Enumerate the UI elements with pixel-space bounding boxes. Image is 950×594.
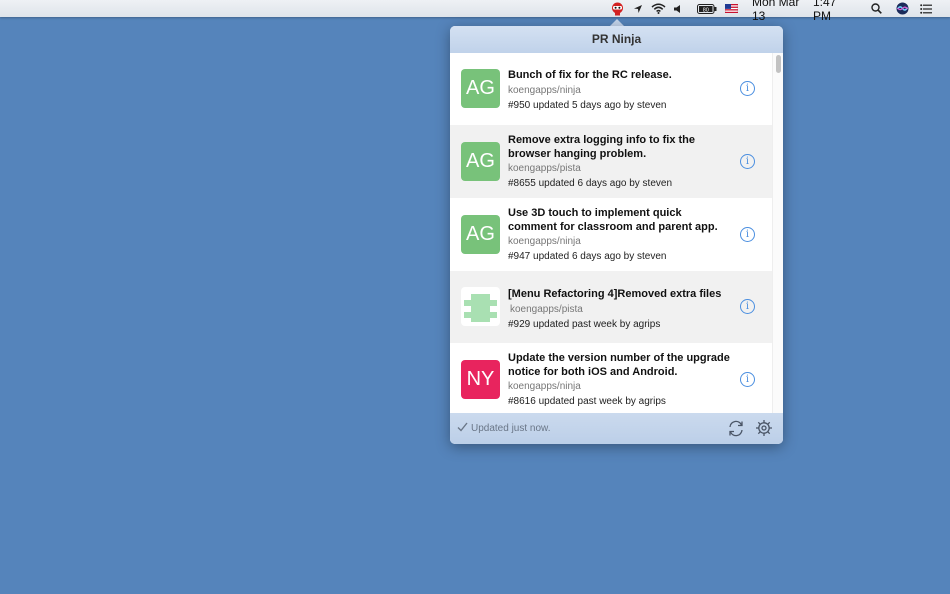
pull-request-row[interactable]: [Menu Refactoring 4]Removed extra files … [450, 271, 772, 343]
wifi-icon[interactable] [650, 0, 667, 17]
author-avatar: AG [461, 142, 500, 181]
us-flag-icon[interactable] [724, 0, 738, 17]
popover-footer: Updated just now. [450, 413, 783, 444]
battery-icon[interactable]: 80 [696, 0, 718, 17]
pr-meta: #947 updated 6 days ago by steven [508, 249, 738, 265]
pr-meta: #8616 updated past week by agrips [508, 394, 738, 410]
menu-bar: 80 Mon Mar 13 1:47 PM [0, 0, 950, 17]
pr-meta: #8655 updated 6 days ago by steven [508, 176, 738, 192]
pr-meta: #950 updated 5 days ago by steven [508, 98, 738, 114]
location-icon[interactable] [632, 0, 644, 17]
pr-title: [Menu Refactoring 4]Removed extra files [508, 288, 738, 302]
pr-title-line-1: Remove extra logging info to fix the [508, 134, 738, 148]
info-icon[interactable]: i [740, 227, 755, 242]
pr-title-line-2: browser hanging problem. [508, 148, 738, 162]
pr-details: [Menu Refactoring 4]Removed extra files … [508, 288, 738, 333]
pull-request-row[interactable]: AG Remove extra logging info to fix the … [450, 125, 772, 198]
author-avatar: NY [461, 360, 500, 399]
pull-request-row[interactable]: AG Bunch of fix for the RC release. koen… [450, 53, 772, 125]
pull-request-row[interactable]: AG Use 3D touch to implement quick comme… [450, 198, 772, 271]
pull-request-list[interactable]: AG Bunch of fix for the RC release. koen… [450, 53, 772, 413]
pr-meta: #929 updated past week by agrips [508, 317, 738, 333]
author-avatar: AG [461, 215, 500, 254]
pr-repo: koengapps/ninja [508, 234, 738, 249]
author-avatar-identicon [461, 287, 500, 326]
siri-icon[interactable] [894, 0, 910, 17]
info-icon[interactable]: i [740, 81, 755, 96]
update-status: Updated just now. [471, 423, 551, 434]
pr-title-line-1: Use 3D touch to implement quick [508, 207, 738, 221]
pull-request-row[interactable]: NY Update the version number of the upgr… [450, 343, 772, 413]
pr-repo: koengapps/ninja [508, 83, 738, 98]
pr-repo: koengapps/pista [508, 161, 738, 176]
checkmark-icon [457, 422, 468, 435]
menubar-date[interactable]: Mon Mar 13 [752, 0, 808, 17]
list-scrollbar[interactable] [772, 53, 783, 413]
pr-title-line-1: Update the version number of the upgrade [508, 352, 738, 366]
pr-ninja-menu-icon[interactable] [609, 0, 625, 17]
scrollbar-thumb[interactable] [776, 55, 781, 73]
author-avatar: AG [461, 69, 500, 108]
info-icon[interactable]: i [740, 372, 755, 387]
pr-repo: koengapps/pista [508, 302, 738, 317]
menubar-time[interactable]: 1:47 PM [813, 0, 857, 17]
refresh-icon[interactable] [727, 420, 745, 440]
pr-title-line-2: comment for classroom and parent app. [508, 221, 738, 235]
pr-repo: koengapps/ninja [508, 379, 738, 394]
pr-ninja-popover: PR Ninja AG Bunch of fix for the RC rele… [450, 26, 783, 444]
pr-details: Update the version number of the upgrade… [508, 352, 738, 410]
volume-icon[interactable] [672, 0, 684, 17]
pr-details: Use 3D touch to implement quick comment … [508, 207, 738, 265]
notification-center-icon[interactable] [919, 0, 933, 17]
popover-title: PR Ninja [450, 26, 783, 53]
info-icon[interactable]: i [740, 299, 755, 314]
spotlight-search-icon[interactable] [869, 0, 883, 17]
battery-level-text: 80 [703, 7, 709, 13]
pr-details: Remove extra logging info to fix the bro… [508, 134, 738, 192]
pr-title-line-2: notice for both iOS and Android. [508, 366, 738, 380]
pr-details: Bunch of fix for the RC release. koengap… [508, 69, 738, 114]
pr-title: Bunch of fix for the RC release. [508, 69, 738, 83]
gear-icon[interactable] [755, 419, 773, 440]
info-icon[interactable]: i [740, 154, 755, 169]
